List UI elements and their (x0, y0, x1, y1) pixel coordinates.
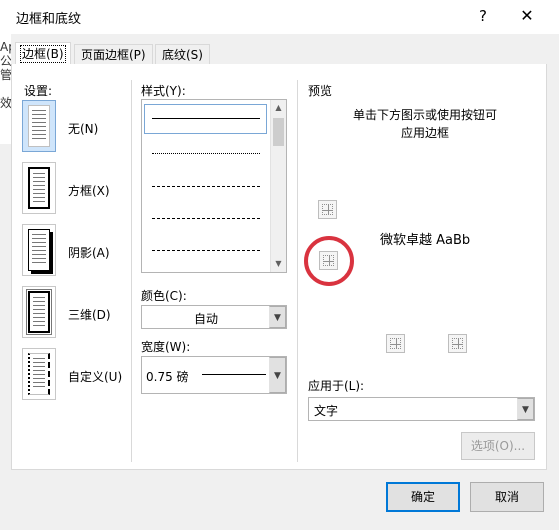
preview-label: 预览 (308, 84, 333, 98)
close-button[interactable]: ✕ (512, 5, 542, 27)
options-button[interactable]: 选项(O)... (461, 432, 535, 460)
settings-label: 设置: (24, 84, 53, 98)
scroll-down-icon[interactable]: ▼ (271, 256, 286, 272)
style-item-solid[interactable] (152, 118, 260, 119)
setting-none-icon[interactable] (22, 100, 56, 152)
width-line-sample (202, 374, 266, 375)
right-border-button[interactable] (448, 334, 467, 353)
apply-to-value: 文字 (314, 404, 339, 418)
help-button[interactable]: ? (470, 5, 496, 27)
left-border-button[interactable] (386, 334, 405, 353)
setting-custom-label[interactable]: 自定义(U) (68, 368, 122, 385)
setting-3d-icon[interactable] (22, 286, 56, 338)
apply-to-label: 应用于(L): (308, 379, 365, 393)
style-scrollbar[interactable]: ▲ ▼ (270, 100, 286, 272)
bg-text-4 (0, 82, 11, 96)
scroll-up-icon[interactable]: ▲ (271, 100, 286, 116)
scroll-thumb[interactable] (273, 118, 284, 146)
title-bar: 边框和底纹 ? ✕ (0, 0, 559, 34)
chevron-down-icon[interactable]: ▼ (269, 357, 286, 393)
color-value: 自动 (193, 312, 218, 326)
tab-page-borders-label: 页面边框(P) (81, 48, 146, 62)
chevron-down-icon[interactable]: ▼ (269, 306, 286, 328)
color-label: 颜色(C): (141, 289, 187, 303)
bg-text-1: Ap (0, 40, 11, 54)
setting-shadow-icon[interactable] (22, 224, 56, 276)
ok-button[interactable]: 确定 (386, 482, 460, 512)
preview-sample-text: 微软卓越 AaBb (380, 233, 471, 248)
bg-text-5: 效 (0, 96, 11, 110)
style-listbox[interactable]: ▲ ▼ (141, 99, 287, 273)
width-value: 0.75 磅 (146, 370, 189, 384)
setting-custom-icon[interactable] (22, 348, 56, 400)
setting-box-icon[interactable] (22, 162, 56, 214)
setting-3d-label[interactable]: 三维(D) (68, 306, 111, 323)
style-item-dashed-small[interactable] (152, 186, 260, 187)
background-document-strip: Ap 公 管 效 (0, 34, 11, 144)
setting-box-label[interactable]: 方框(X) (68, 182, 110, 199)
bg-text-2: 公 (0, 54, 11, 68)
width-dropdown[interactable]: 0.75 磅 ▼ (141, 356, 287, 394)
width-label: 宽度(W): (141, 340, 191, 354)
setting-none-label[interactable]: 无(N) (68, 120, 98, 137)
dialog-title: 边框和底纹 (16, 12, 82, 27)
bg-text-3: 管 (0, 68, 11, 82)
style-label: 样式(Y): (141, 84, 186, 98)
style-item-dash-dot[interactable] (152, 250, 260, 251)
preview-hint-line1: 单击下方图示或使用按钮可 (352, 108, 497, 122)
style-item-selected[interactable] (144, 104, 267, 134)
color-dropdown[interactable]: 自动 ▼ (141, 305, 287, 329)
style-item-dashed[interactable] (152, 218, 260, 219)
chevron-down-icon[interactable]: ▼ (517, 398, 534, 420)
setting-shadow-label[interactable]: 阴影(A) (68, 244, 110, 261)
tab-borders[interactable]: 边框(B) (15, 42, 71, 65)
style-item-dotted[interactable] (152, 153, 260, 154)
cancel-button[interactable]: 取消 (470, 482, 544, 512)
separator-left (131, 80, 132, 462)
tab-shading-label: 底纹(S) (162, 48, 203, 62)
separator-right (297, 80, 298, 462)
apply-to-dropdown[interactable]: 文字 ▼ (308, 397, 535, 421)
preview-hint-line2: 应用边框 (400, 126, 449, 140)
tab-borders-label: 边框(B) (20, 45, 66, 63)
tab-page-borders[interactable]: 页面边框(P) (74, 44, 153, 65)
top-border-button[interactable] (318, 200, 337, 219)
bottom-border-button[interactable] (319, 251, 338, 270)
tab-shading[interactable]: 底纹(S) (155, 44, 210, 65)
